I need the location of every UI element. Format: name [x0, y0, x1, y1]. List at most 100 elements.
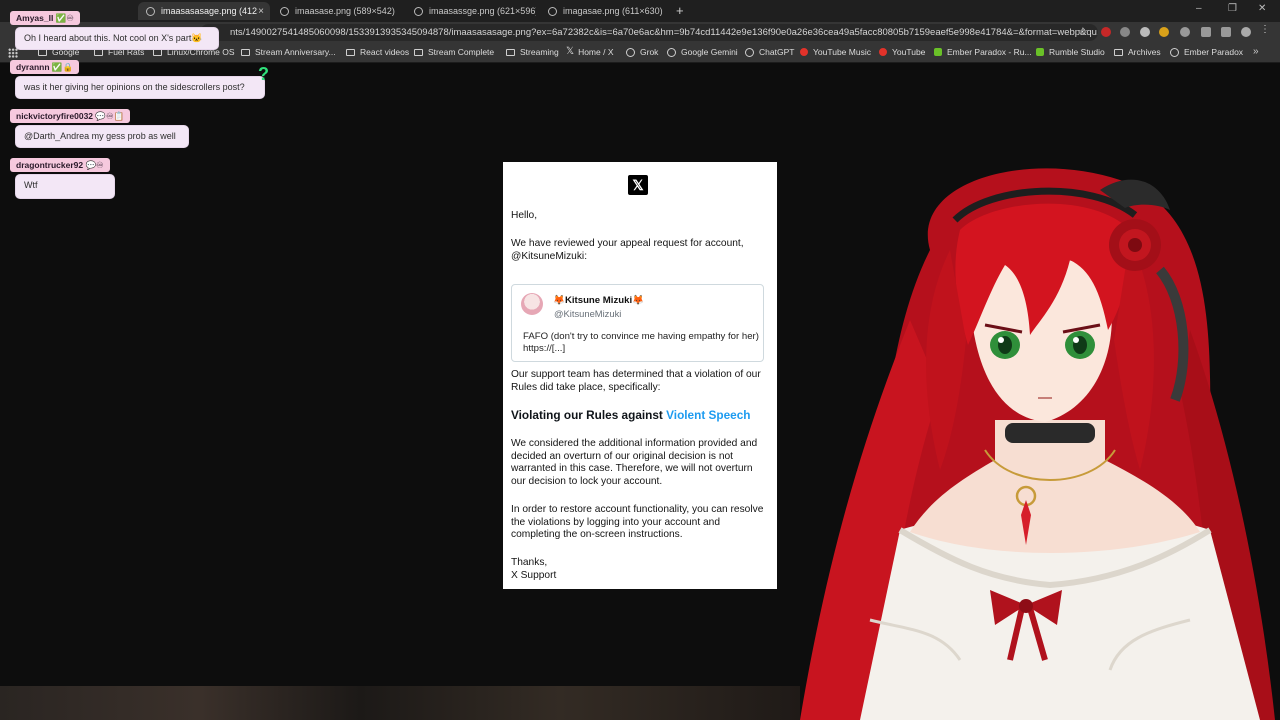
- x-logo-icon: 𝕏: [628, 175, 648, 195]
- bookmark-12[interactable]: YouTube: [879, 47, 925, 57]
- avatar: [521, 293, 543, 315]
- bookmark-11[interactable]: YouTube Music: [800, 47, 871, 57]
- chat-badges: 💬♾: [85, 160, 104, 170]
- bookmark-13[interactable]: Ember Paradox - Ru...: [934, 47, 1032, 57]
- rumble-icon: [1036, 48, 1044, 56]
- violent-speech-link: Violent Speech: [666, 408, 751, 422]
- rule-heading: Violating our Rules against Violent Spee…: [511, 409, 751, 422]
- globe-icon: [280, 6, 289, 16]
- bookmark-label: Stream Anniversary...: [255, 47, 336, 57]
- folder-icon: [506, 48, 515, 56]
- chat-badges: 💬♾📋: [95, 111, 125, 121]
- extension-play-icon[interactable]: [1120, 27, 1130, 37]
- bookmark-label: YouTube: [892, 47, 926, 57]
- chat-username: dragontrucker92 💬♾: [10, 158, 110, 172]
- quoted-post: 🦊Kitsune Mizuki🦊 @KitsuneMizuki FAFO (do…: [511, 284, 764, 362]
- bookmark-14[interactable]: Rumble Studio: [1036, 47, 1105, 57]
- bookmark-15[interactable]: Archives: [1114, 47, 1161, 57]
- question-mark-emote: ?: [258, 64, 269, 84]
- x-icon: 𝕏: [566, 46, 575, 57]
- bookmark-3[interactable]: Stream Anniversary...: [241, 47, 336, 57]
- email-greeting: Hello,: [511, 210, 538, 221]
- folder-icon: [414, 48, 423, 56]
- bookmark-label: Home / X: [578, 47, 614, 57]
- background-desk: [0, 686, 800, 720]
- close-window-button[interactable]: ✕: [1258, 3, 1266, 14]
- chat-username-text: dyrannn: [16, 62, 50, 72]
- bookmark-9[interactable]: Google Gemini: [667, 47, 738, 57]
- chat-username-text: dragontrucker92: [16, 160, 84, 170]
- quoted-post-handle: @KitsuneMizuki: [554, 308, 622, 319]
- close-tab-icon[interactable]: ×: [258, 6, 264, 17]
- chat-message: Wtf: [16, 175, 114, 198]
- chatgpt-icon: [745, 47, 754, 57]
- minimize-button[interactable]: –: [1196, 3, 1202, 14]
- more-bookmarks-icon[interactable]: »: [1253, 46, 1259, 57]
- folder-icon: [94, 48, 103, 56]
- tab-imaasase[interactable]: imaasase.png (589×542): [272, 2, 402, 20]
- bookmark-5[interactable]: Stream Complete: [414, 47, 494, 57]
- tab-title: imaasassge.png (621×596): [429, 6, 536, 16]
- globe-icon: [146, 6, 155, 16]
- new-tab-button[interactable]: +: [676, 3, 684, 18]
- bookmark-label: ChatGPT: [759, 47, 795, 57]
- bookmark-label: Archives: [1128, 47, 1161, 57]
- email-intro: We have reviewed your appeal request for…: [511, 238, 744, 262]
- downloads-icon[interactable]: [1221, 27, 1231, 37]
- quoted-post-text: FAFO (don't try to convince me having em…: [523, 331, 759, 354]
- bookmark-10[interactable]: ChatGPT: [745, 47, 794, 57]
- email-determination: Our support team has determined that a v…: [511, 369, 761, 393]
- globe-icon: [548, 6, 557, 16]
- tab-imaasasasage[interactable]: imaasasasage.png (412×6 ×: [138, 2, 270, 20]
- bookmark-16[interactable]: Ember Paradox: [1170, 47, 1243, 57]
- extension-globe-icon[interactable]: [1140, 27, 1150, 37]
- ublock-extension-icon[interactable]: [1101, 27, 1111, 37]
- bookmark-6[interactable]: Streaming: [506, 47, 559, 57]
- email-thanks: Thanks,: [511, 557, 548, 568]
- tab-title: imagasae.png (611×630): [563, 6, 663, 16]
- bookmark-star-icon[interactable]: ☆: [1078, 25, 1088, 38]
- folder-icon: [1114, 48, 1123, 56]
- youtube-music-icon: [800, 48, 808, 56]
- tab-title: imaasasasage.png (412×6: [161, 6, 259, 16]
- chat-username-text: nickvictoryfire0032: [16, 111, 94, 121]
- bookmark-label: Rumble Studio: [1049, 47, 1105, 57]
- bookmark-label: React videos: [360, 47, 410, 57]
- bookmark-label: Google Gemini: [681, 47, 738, 57]
- youtube-icon: [879, 48, 887, 56]
- bookmark-label: Ember Paradox: [1184, 47, 1244, 57]
- grok-icon: [626, 47, 635, 57]
- menu-kebab-icon[interactable]: ⋮: [1260, 24, 1270, 35]
- bookmark-label: Grok: [640, 47, 659, 57]
- chat-message: @Darth_Andrea my gess prob as well: [16, 126, 188, 147]
- bookmark-4[interactable]: React videos: [346, 47, 409, 57]
- bookmark-8[interactable]: Grok: [626, 47, 658, 57]
- apps-grid-icon[interactable]: [8, 48, 18, 58]
- chat-badges: ✅🔒: [51, 62, 74, 72]
- tab-imaasassge[interactable]: imaasassge.png (621×596): [406, 2, 536, 20]
- bookmark-label: YouTube Music: [813, 47, 871, 57]
- tab-imagasae[interactable]: imagasae.png (611×630): [540, 2, 670, 20]
- chat-message: Oh I heard about this. Not cool on X's p…: [16, 28, 218, 49]
- bookmark-7[interactable]: 𝕏 Home / X: [566, 46, 614, 58]
- profile-avatar-icon[interactable]: [1241, 27, 1251, 37]
- chat-badges: ✅♾: [55, 13, 74, 23]
- extensions-puzzle-icon[interactable]: [1201, 27, 1211, 37]
- email-signature: X Support: [511, 570, 557, 581]
- rumble-icon: [934, 48, 942, 56]
- chat-username: nickvictoryfire0032 💬♾📋: [10, 109, 131, 123]
- extension-coin-icon[interactable]: [1159, 27, 1169, 37]
- address-bar[interactable]: nts/1490027541485060098/1533913935345094…: [200, 24, 1098, 41]
- restore-button[interactable]: ❐: [1228, 3, 1237, 14]
- x-support-email-image: 𝕏 Hello, We have reviewed your appeal re…: [503, 162, 777, 589]
- tab-title: imaasase.png (589×542): [295, 6, 395, 16]
- bookmark-label: Streaming: [520, 47, 559, 57]
- email-decision: We considered the additional information…: [511, 438, 758, 487]
- bookmark-label: Ember Paradox - Ru...: [947, 47, 1032, 57]
- chat-username-text: Amyas_II: [16, 13, 54, 23]
- chat-username: dyrannn ✅🔒: [10, 60, 80, 74]
- folder-icon: [38, 48, 47, 56]
- volume-icon[interactable]: [1180, 27, 1190, 37]
- avatar-icon: [1170, 47, 1179, 57]
- quoted-post-author: 🦊Kitsune Mizuki🦊: [553, 295, 645, 306]
